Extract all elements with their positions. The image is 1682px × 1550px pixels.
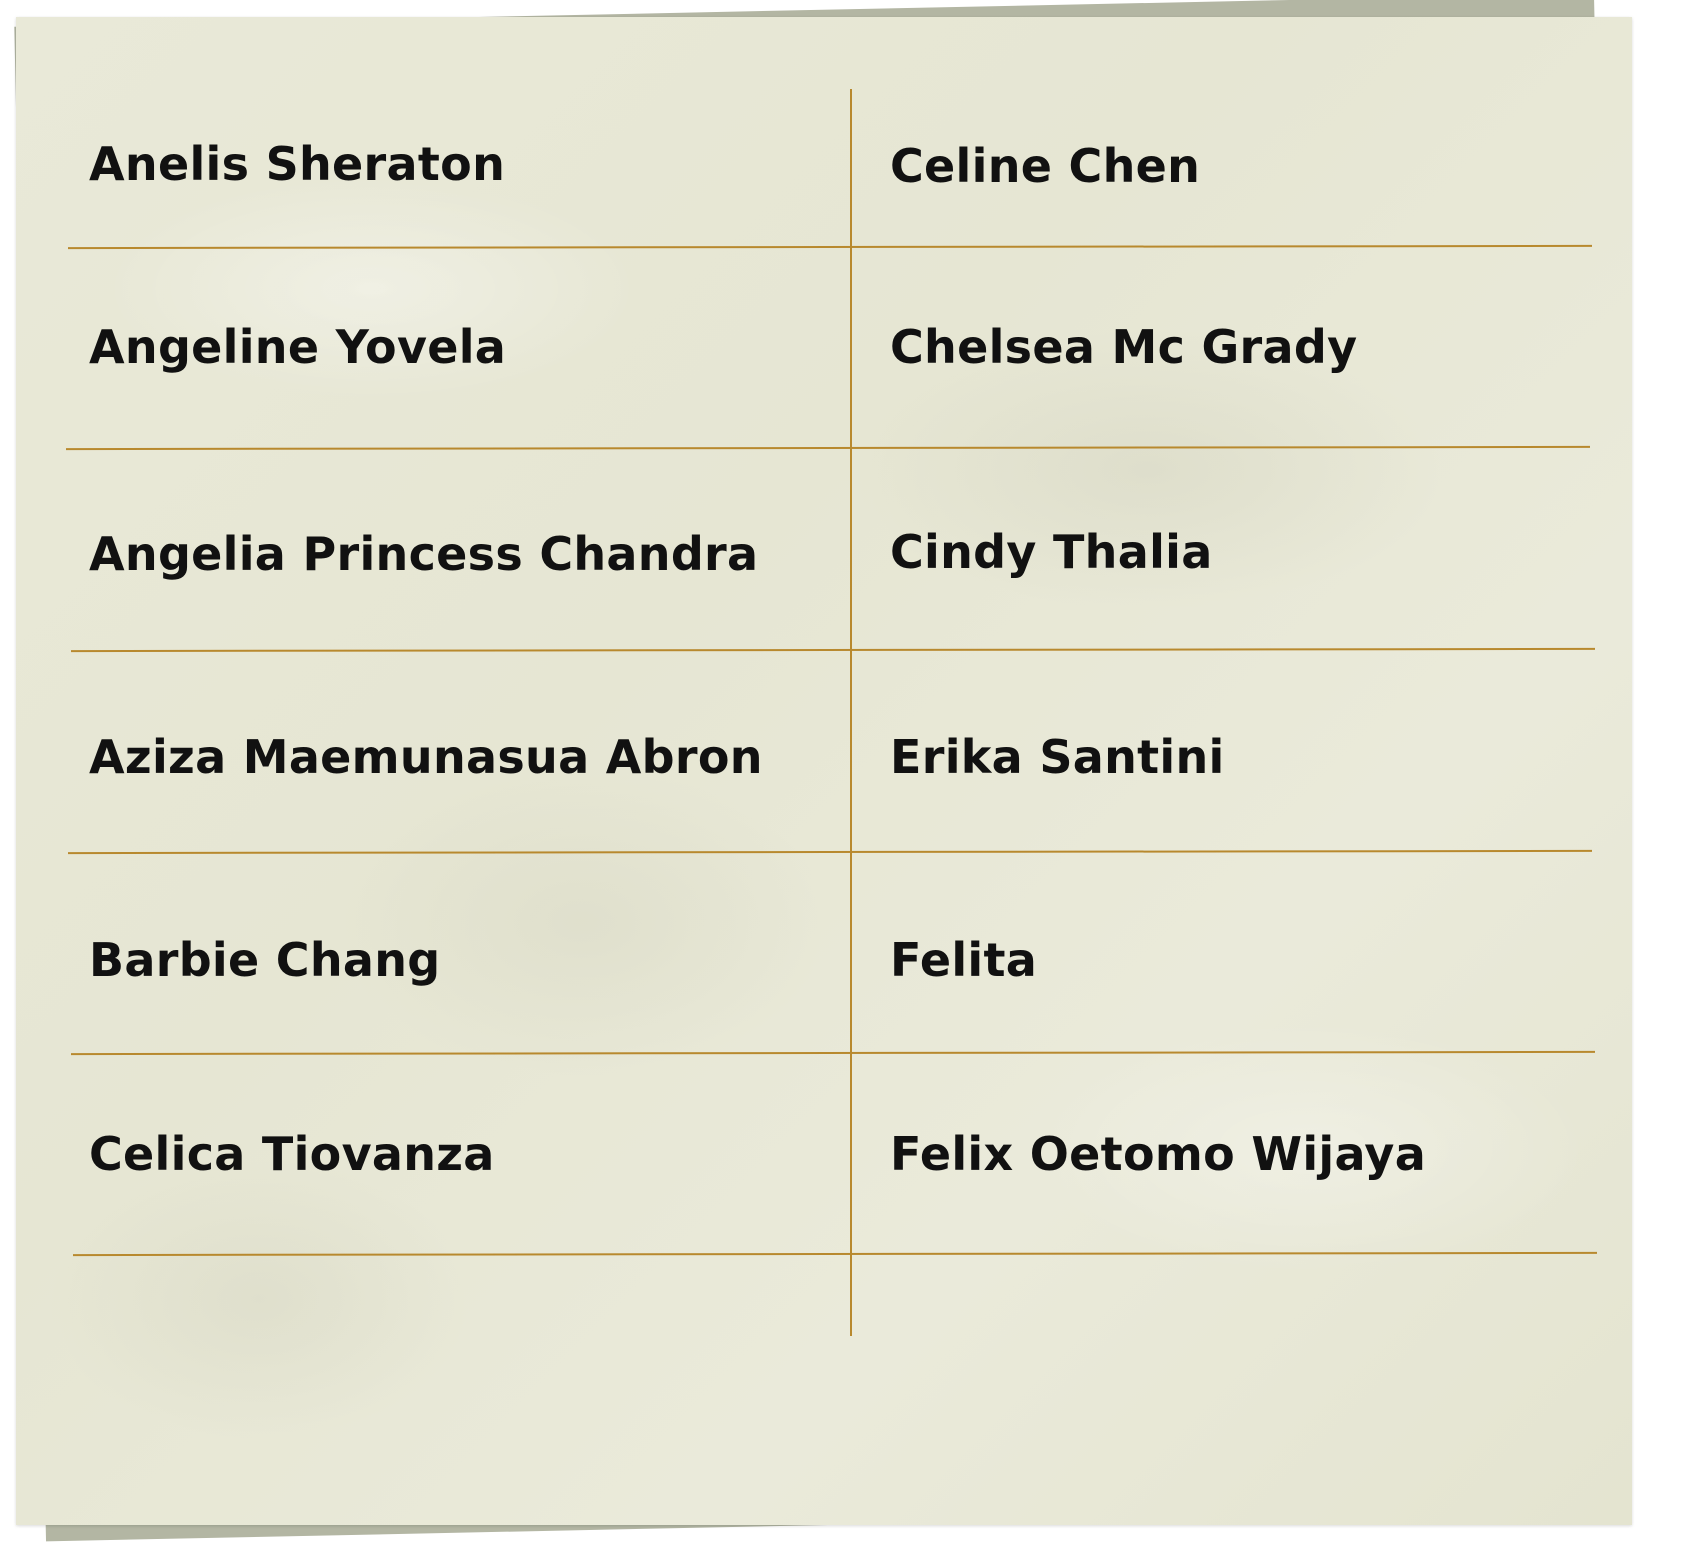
row-divider: [70, 647, 1596, 653]
paper-sheet: Anelis Sheraton Angeline Yovela Angelia …: [16, 17, 1632, 1525]
name-cell-right: Felita: [890, 933, 1038, 987]
row-divider: [67, 849, 1593, 855]
row-divider: [65, 445, 1591, 451]
name-cell-left: Aziza Maemunasua Abron: [89, 730, 763, 784]
page-canvas: Anelis Sheraton Angeline Yovela Angelia …: [0, 0, 1682, 1550]
name-cell-left: Anelis Sheraton: [89, 137, 506, 191]
name-cell-right: Erika Santini: [890, 730, 1225, 784]
name-cell-left: Angelia Princess Chandra: [89, 527, 759, 581]
row-divider: [70, 1050, 1596, 1056]
name-cell-right: Chelsea Mc Grady: [890, 320, 1358, 374]
row-divider: [67, 244, 1593, 250]
name-cell-left: Angeline Yovela: [89, 320, 507, 374]
name-cell-right: Celine Chen: [890, 139, 1201, 193]
column-divider: [850, 89, 852, 1336]
name-cell-right: Cindy Thalia: [890, 525, 1213, 579]
row-divider: [72, 1251, 1598, 1257]
name-cell-left: Celica Tiovanza: [89, 1127, 495, 1181]
name-cell-left: Barbie Chang: [89, 933, 441, 987]
name-cell-right: Felix Oetomo Wijaya: [890, 1127, 1427, 1181]
